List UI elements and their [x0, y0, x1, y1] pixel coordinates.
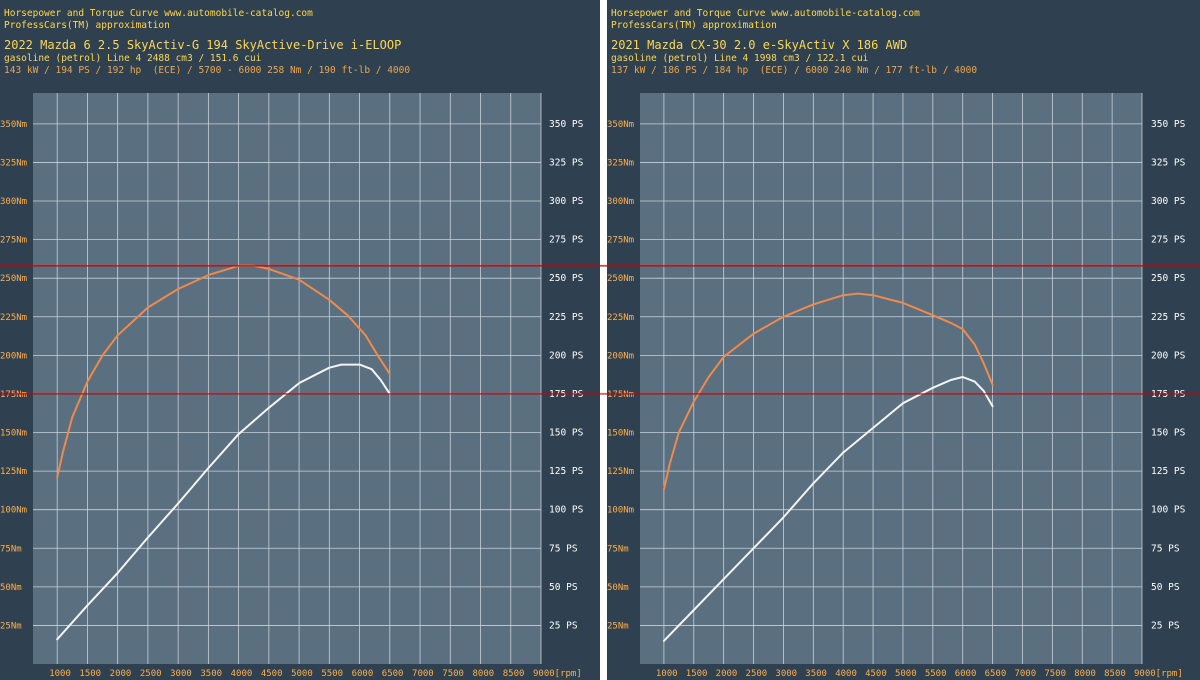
y-left-tick-label: 175Nm	[0, 390, 27, 400]
y-left-tick-label: 225Nm	[0, 313, 27, 323]
x-tick-label: 3000	[775, 669, 797, 679]
y-right-tick-label: 75 PS	[1151, 543, 1180, 554]
x-tick-label: 7500	[442, 669, 464, 679]
y-right-tick-label: 300 PS	[549, 196, 584, 207]
y-left-tick-label: 325Nm	[0, 158, 27, 168]
y-left-tick-label: 125Nm	[0, 467, 27, 477]
y-right-tick-label: 325 PS	[1151, 157, 1186, 168]
x-tick-label: 5500	[321, 669, 343, 679]
y-left-tick-label: 75Nm	[0, 544, 22, 554]
x-tick-label: 7000	[1014, 669, 1036, 679]
y-left-tick-label: 150Nm	[0, 429, 27, 439]
y-right-tick-label: 250 PS	[549, 273, 584, 284]
x-tick-label: 1500	[79, 669, 101, 679]
y-left-tick-label: 300Nm	[0, 197, 27, 207]
y-left-tick-label: 325Nm	[607, 158, 634, 168]
plot-area	[640, 93, 1142, 664]
y-right-tick-label: 75 PS	[549, 543, 578, 554]
y-left-tick-label: 100Nm	[607, 506, 634, 516]
y-right-tick-label: 150 PS	[1151, 428, 1186, 439]
y-right-tick-label: 175 PS	[1151, 389, 1186, 400]
y-left-tick-label: 50Nm	[0, 583, 22, 593]
y-left-tick-label: 200Nm	[0, 351, 27, 361]
y-left-tick-label: 175Nm	[607, 390, 634, 400]
y-right-tick-label: 225 PS	[549, 312, 584, 323]
x-tick-label: 2000	[716, 669, 738, 679]
x-tick-label: 3000	[170, 669, 192, 679]
x-tick-label: 2500	[746, 669, 768, 679]
y-right-tick-label: 275 PS	[549, 235, 584, 246]
y-right-tick-label: 25 PS	[549, 620, 578, 631]
y-left-tick-label: 25Nm	[0, 621, 22, 631]
x-tick-label: 3500	[805, 669, 827, 679]
y-right-tick-label: 325 PS	[549, 157, 584, 168]
y-left-tick-label: 150Nm	[607, 429, 634, 439]
torque-power-chart: 1000 1500 2000 2500 3000 3500 4000 4500 5000 5500…	[0, 93, 584, 679]
y-left-tick-label: 350Nm	[0, 120, 27, 130]
y-right-tick-label: 350 PS	[549, 119, 584, 130]
x-tick-label: 8500	[1104, 669, 1126, 679]
x-tick-label: 9000[rpm]	[533, 669, 582, 679]
x-tick-label: 9000[rpm]	[1134, 669, 1183, 679]
y-right-tick-label: 350 PS	[1151, 119, 1186, 130]
x-tick-label: 7000	[412, 669, 434, 679]
x-tick-label: 4500	[865, 669, 887, 679]
y-right-tick-label: 200 PS	[1151, 350, 1186, 361]
y-right-tick-label: 50 PS	[1151, 582, 1180, 593]
y-left-tick-label: 200Nm	[607, 351, 634, 361]
y-right-tick-label: 100 PS	[1151, 505, 1186, 516]
y-left-tick-label: 100Nm	[0, 506, 27, 516]
y-right-tick-label: 150 PS	[549, 428, 584, 439]
x-tick-label: 1500	[686, 669, 708, 679]
x-tick-label: 6500	[985, 669, 1007, 679]
y-left-tick-label: 250Nm	[607, 274, 634, 284]
y-right-tick-label: 50 PS	[549, 582, 578, 593]
x-tick-label: 4000	[835, 669, 857, 679]
chart-panel-left: Horsepower and Torque Curve www.automobi…	[0, 0, 600, 680]
x-tick-label: 8000	[473, 669, 495, 679]
x-tick-label: 4000	[231, 669, 253, 679]
y-left-tick-label: 25Nm	[607, 621, 629, 631]
y-left-tick-label: 300Nm	[607, 197, 634, 207]
x-tick-label: 5000	[291, 669, 313, 679]
y-right-tick-label: 100 PS	[549, 505, 584, 516]
y-right-tick-label: 275 PS	[1151, 235, 1186, 246]
y-left-tick-label: 50Nm	[607, 583, 629, 593]
y-right-tick-label: 25 PS	[1151, 620, 1180, 631]
y-right-tick-label: 175 PS	[549, 389, 584, 400]
x-tick-label: 2500	[140, 669, 162, 679]
y-right-tick-label: 250 PS	[1151, 273, 1186, 284]
y-left-tick-label: 275Nm	[0, 236, 27, 246]
x-tick-label: 1000	[49, 669, 71, 679]
y-left-tick-label: 75Nm	[607, 544, 629, 554]
y-right-tick-label: 225 PS	[1151, 312, 1186, 323]
y-left-tick-label: 350Nm	[607, 120, 634, 130]
plot-area	[33, 93, 541, 664]
x-tick-label: 3500	[200, 669, 222, 679]
x-tick-label: 6000	[352, 669, 374, 679]
y-left-tick-label: 225Nm	[607, 313, 634, 323]
torque-power-chart: 1000 1500 2000 2500 3000 3500 4000 4500 5000 5500…	[607, 93, 1186, 679]
y-right-tick-label: 125 PS	[1151, 466, 1186, 477]
x-tick-label: 5000	[895, 669, 917, 679]
y-right-tick-label: 125 PS	[549, 466, 584, 477]
x-tick-label: 6500	[382, 669, 404, 679]
x-tick-label: 5500	[925, 669, 947, 679]
chart-panel-right: Horsepower and Torque Curve www.automobi…	[607, 0, 1200, 680]
y-right-tick-label: 200 PS	[549, 350, 584, 361]
x-tick-label: 1000	[656, 669, 678, 679]
x-tick-label: 8000	[1074, 669, 1096, 679]
y-left-tick-label: 125Nm	[607, 467, 634, 477]
x-tick-label: 4500	[261, 669, 283, 679]
x-tick-label: 2000	[110, 669, 132, 679]
x-tick-label: 7500	[1044, 669, 1066, 679]
y-left-tick-label: 250Nm	[0, 274, 27, 284]
x-tick-label: 8500	[503, 669, 525, 679]
y-left-tick-label: 275Nm	[607, 236, 634, 246]
y-right-tick-label: 300 PS	[1151, 196, 1186, 207]
x-tick-label: 6000	[955, 669, 977, 679]
